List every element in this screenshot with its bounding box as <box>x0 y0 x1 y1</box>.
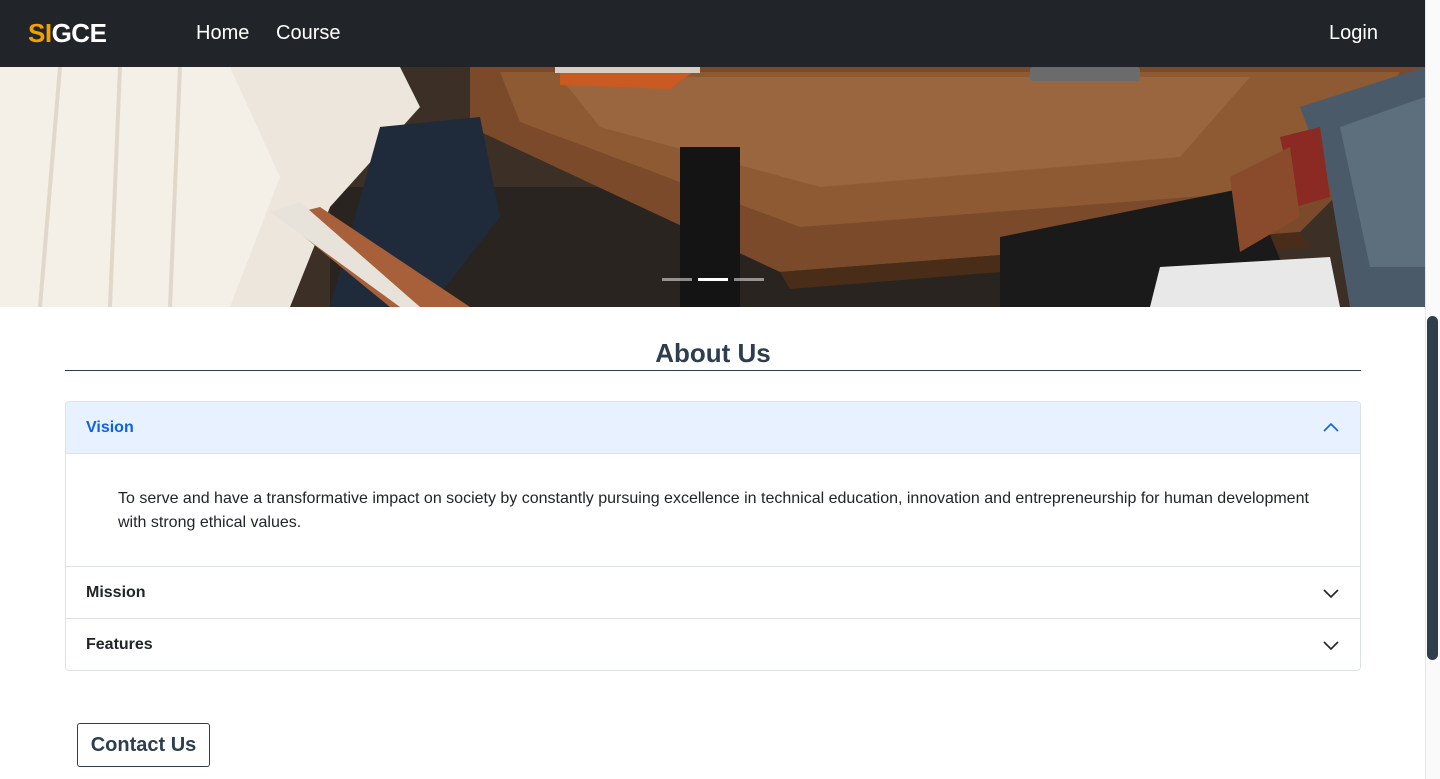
contact-us-button[interactable]: Contact Us <box>77 723 210 767</box>
chevron-down-icon <box>1323 588 1339 598</box>
accordion-label-mission: Mission <box>86 583 146 601</box>
login-link[interactable]: Login <box>1329 20 1378 46</box>
accordion-header-mission[interactable]: Mission <box>66 566 1360 618</box>
brand-logo-text: GCE <box>51 18 107 48</box>
chevron-down-icon <box>1323 640 1339 650</box>
carousel-indicator-3[interactable] <box>734 278 764 281</box>
brand-logo-accent: SI <box>28 18 52 48</box>
chevron-up-icon <box>1323 422 1339 432</box>
carousel-indicator-1[interactable] <box>662 278 692 281</box>
carousel-indicators <box>662 278 764 281</box>
top-navbar: SIGCE Home Course Login <box>0 0 1425 67</box>
page-scrollbar-thumb[interactable] <box>1427 316 1438 660</box>
brand-logo[interactable]: SIGCE <box>28 17 107 49</box>
accordion-header-vision[interactable]: Vision <box>66 402 1360 454</box>
hero-slide-image <box>0 67 1425 307</box>
accordion-label-vision: Vision <box>86 418 134 436</box>
about-us-divider <box>65 370 1361 371</box>
hero-carousel <box>0 67 1425 307</box>
about-us-heading: About Us <box>655 338 771 368</box>
nav-link-home[interactable]: Home <box>196 20 249 46</box>
accordion-label-features: Features <box>86 635 153 653</box>
accordion-body-vision: To serve and have a transformative impac… <box>118 490 1309 531</box>
about-accordion: Vision To serve and have a transformativ… <box>65 401 1361 671</box>
accordion-header-features[interactable]: Features <box>66 618 1360 670</box>
nav-link-course[interactable]: Course <box>276 20 340 46</box>
carousel-indicator-2[interactable] <box>698 278 728 281</box>
